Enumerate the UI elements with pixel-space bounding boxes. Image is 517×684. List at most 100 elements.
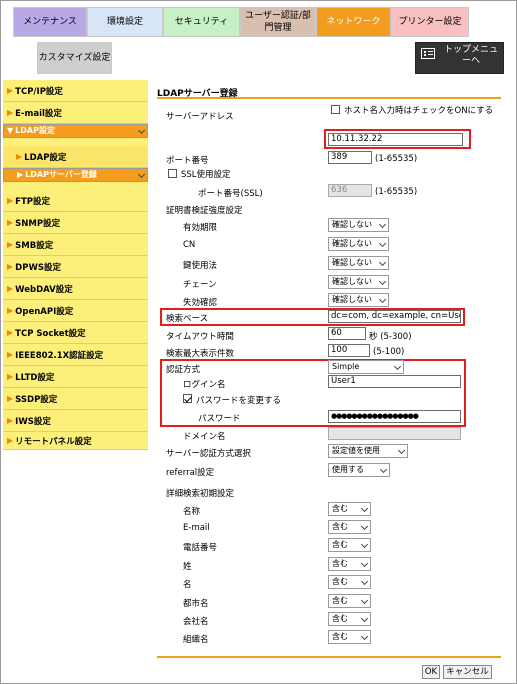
- sidebar-item-label: IWS設定: [15, 416, 51, 427]
- tab-user-auth[interactable]: ユーザー認証/部門管理: [240, 7, 316, 37]
- auth-method-select[interactable]: Simple: [328, 360, 404, 374]
- cert-keyusage-label: 鍵使用法: [183, 261, 218, 271]
- tab-network[interactable]: ネットワーク: [316, 7, 391, 37]
- top-menu-button[interactable]: トップメニューへ: [415, 42, 504, 74]
- password-input[interactable]: ●●●●●●●●●●●●●●●●●: [328, 410, 461, 423]
- search-city-select[interactable]: 含む: [328, 594, 371, 608]
- cancel-button[interactable]: キャンセル: [443, 665, 492, 679]
- sidebar-item-label: TCP/IP設定: [15, 86, 63, 97]
- search-phone-label: 電話番号: [183, 543, 218, 553]
- cert-expiry-select[interactable]: 確認しない: [328, 218, 389, 232]
- sidebar-item-label: LDAPサーバー登録: [25, 170, 97, 179]
- sidebar-item-email[interactable]: ▶ E-mail設定: [3, 102, 148, 124]
- cert-label: 証明書検証強度設定: [166, 206, 243, 216]
- menu-list-icon: [421, 48, 435, 59]
- arrow-icon: ▶: [17, 170, 24, 179]
- tab-printer[interactable]: プリンター設定: [391, 7, 469, 37]
- sidebar-item-tcpip[interactable]: ▶ TCP/IP設定: [3, 80, 148, 102]
- sidebar: ▶ TCP/IP設定 ▶ E-mail設定 ▼ LDAP設定 ▶ LDAP設定 ▶ LDA…: [3, 80, 148, 450]
- ssl-port-input[interactable]: 636: [328, 184, 372, 197]
- ssl-port-range: (1-65535): [375, 187, 418, 197]
- sidebar-item-iws[interactable]: ▶ IWS設定: [3, 410, 148, 432]
- sidebar-item-ftp[interactable]: ▶ FTP設定: [3, 190, 148, 212]
- port-input[interactable]: 389: [328, 151, 372, 164]
- cert-cn-select[interactable]: 確認しない: [328, 237, 389, 251]
- port-label: ポート番号: [166, 156, 209, 166]
- server-address-input[interactable]: 10.11.32.22: [328, 133, 463, 146]
- sidebar-item-snmp[interactable]: ▶ SNMP設定: [3, 212, 148, 234]
- sidebar-item-smb[interactable]: ▶ SMB設定: [3, 234, 148, 256]
- arrow-icon: ▶: [7, 218, 14, 227]
- max-results-input[interactable]: 100: [328, 344, 370, 357]
- tab-customize[interactable]: カスタマイズ設定: [37, 42, 112, 74]
- sidebar-item-label: SSDP設定: [15, 394, 58, 405]
- search-name-select[interactable]: 含む: [328, 502, 371, 516]
- tab-user-auth-label: ユーザー認証/部門管理: [245, 11, 311, 33]
- arrow-icon: ▶: [7, 240, 14, 249]
- sidebar-item-ldap[interactable]: ▼ LDAP設定: [3, 124, 148, 138]
- cert-expiry-label: 有効期限: [183, 223, 218, 233]
- ssl-checkbox[interactable]: [168, 169, 177, 178]
- sidebar-item-openapi[interactable]: ▶ OpenAPI設定: [3, 300, 148, 322]
- arrow-icon: ▶: [16, 152, 23, 161]
- ssl-port-label: ポート番号(SSL): [198, 189, 263, 199]
- sidebar-item-label: SNMP設定: [15, 218, 61, 229]
- search-base-input[interactable]: dc=com, dc=example, cn=Users: [328, 310, 461, 323]
- sidebar-item-label: TCP Socket設定: [15, 328, 86, 339]
- sidebar-item-webdav[interactable]: ▶ WebDAV設定: [3, 278, 148, 300]
- sidebar-item-remote-panel[interactable]: ▶ リモートパネル設定: [3, 432, 148, 450]
- referral-select[interactable]: 使用する: [328, 463, 390, 477]
- domain-input[interactable]: [328, 427, 461, 440]
- search-givenname-label: 名: [183, 580, 192, 590]
- arrow-icon: ▶: [7, 284, 14, 293]
- port-range: (1-65535): [375, 154, 418, 164]
- sidebar-subitem-ldap-server[interactable]: ▶ LDAPサーバー登録: [3, 168, 148, 182]
- max-results-range: (5-100): [373, 347, 405, 357]
- timeout-input[interactable]: 60: [328, 327, 366, 340]
- tab-printer-label: プリンター設定: [398, 17, 462, 27]
- sidebar-item-label: E-mail設定: [15, 108, 62, 119]
- cert-revocation-select[interactable]: 確認しない: [328, 293, 389, 307]
- sidebar-item-lltd[interactable]: ▶ LLTD設定: [3, 366, 148, 388]
- timeout-range: 秒 (5-300): [369, 332, 412, 342]
- search-company-select[interactable]: 含む: [328, 612, 371, 626]
- sidebar-item-ssdp[interactable]: ▶ SSDP設定: [3, 388, 148, 410]
- domain-label: ドメイン名: [183, 432, 226, 442]
- tab-maintenance-label: メンテナンス: [23, 17, 77, 27]
- search-org-select[interactable]: 含む: [328, 630, 371, 644]
- ok-button[interactable]: OK: [422, 665, 440, 679]
- search-city-label: 都市名: [183, 599, 209, 609]
- change-password-checkbox[interactable]: [183, 394, 192, 403]
- hostname-checkbox[interactable]: [331, 105, 340, 114]
- footer-divider: [157, 656, 501, 658]
- search-name-label: 名称: [183, 507, 201, 517]
- tab-environment[interactable]: 環境設定: [87, 7, 163, 37]
- tab-environment-label: 環境設定: [106, 17, 143, 27]
- referral-label: referral設定: [166, 468, 215, 478]
- sidebar-item-label: DPWS設定: [15, 262, 61, 273]
- sidebar-item-ieee8021x[interactable]: ▶ IEEE802.1X認証設定: [3, 344, 148, 366]
- sidebar-item-label: LDAP設定: [24, 152, 67, 163]
- server-auth-label: サーバー認証方式選択: [166, 449, 251, 459]
- tab-network-label: ネットワーク: [326, 17, 381, 27]
- tab-security-label: セキュリティ: [174, 17, 229, 27]
- tab-maintenance[interactable]: メンテナンス: [13, 7, 87, 37]
- search-org-label: 組織名: [183, 635, 209, 645]
- search-givenname-select[interactable]: 含む: [328, 575, 371, 589]
- sidebar-item-dpws[interactable]: ▶ DPWS設定: [3, 256, 148, 278]
- arrow-icon: ▶: [7, 86, 14, 95]
- sidebar-subitem-ldap-settings[interactable]: ▶ LDAP設定: [3, 146, 148, 168]
- search-surname-select[interactable]: 含む: [328, 557, 371, 571]
- search-phone-select[interactable]: 含む: [328, 538, 371, 552]
- tab-security[interactable]: セキュリティ: [163, 7, 240, 37]
- tab-customize-label: カスタマイズ設定: [38, 53, 111, 63]
- sidebar-item-tcp-socket[interactable]: ▶ TCP Socket設定: [3, 322, 148, 344]
- server-auth-select[interactable]: 設定値を使用: [328, 444, 408, 458]
- arrow-icon: ▶: [7, 108, 14, 117]
- login-label: ログイン名: [183, 380, 226, 390]
- header-divider: [157, 97, 501, 99]
- search-email-select[interactable]: 含む: [328, 520, 371, 534]
- cert-keyusage-select[interactable]: 確認しない: [328, 256, 389, 270]
- login-input[interactable]: User1: [328, 375, 461, 388]
- cert-chain-select[interactable]: 確認しない: [328, 275, 389, 289]
